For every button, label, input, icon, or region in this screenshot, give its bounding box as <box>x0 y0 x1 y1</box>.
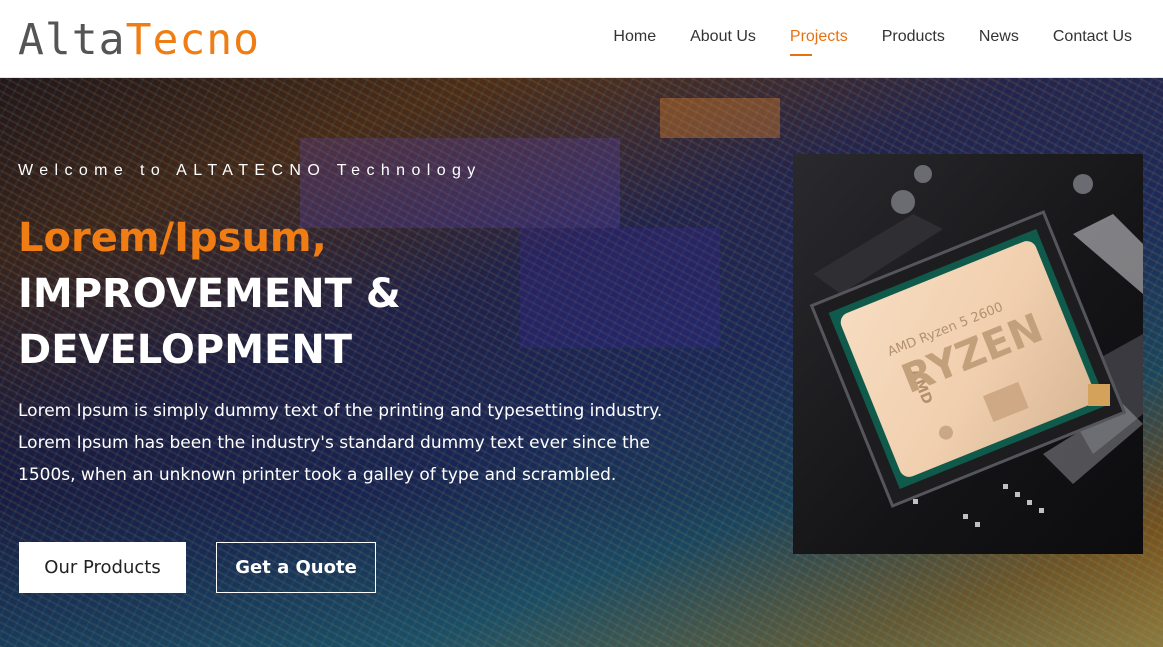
brand-logo-part2: Tecno <box>125 14 261 65</box>
hero-background-panel <box>520 228 720 348</box>
nav-item-projects[interactable]: Projects <box>789 28 848 56</box>
hero-section: Welcome to ALTATECNO Technology Lorem/Ip… <box>0 78 1163 647</box>
hero-eyebrow: Welcome to ALTATECNO Technology <box>18 162 482 179</box>
nav-item-projects-label: Projects <box>789 28 848 45</box>
hero-description: Lorem Ipsum is simply dummy text of the … <box>18 401 663 485</box>
get-a-quote-button[interactable]: Get a Quote <box>216 542 376 593</box>
hero-headline-line3: DEVELOPMENT <box>18 327 353 373</box>
site-header: Alta Tecno Home About Us Projects Product… <box>0 0 1163 78</box>
brand-logo[interactable]: Alta Tecno <box>18 14 260 66</box>
nav-item-news[interactable]: News <box>979 28 1019 46</box>
cpu-product-image: AMD Ryzen 5 2600 AMD RYZEN <box>793 154 1143 554</box>
hero-background-panel <box>660 98 780 138</box>
nav-item-contact-us[interactable]: Contact Us <box>1053 28 1132 46</box>
our-products-button[interactable]: Our Products <box>19 542 186 593</box>
hero-headline: Lorem/Ipsum, IMPROVEMENT & DEVELOPMENT <box>18 210 401 378</box>
hero-headline-accent: Lorem/Ipsum, <box>18 215 327 261</box>
nav-item-about-us[interactable]: About Us <box>690 28 756 46</box>
main-nav: Home About Us Projects Products News Con… <box>613 28 1132 56</box>
cpu-illustration: AMD Ryzen 5 2600 AMD RYZEN <box>793 154 1143 554</box>
hero-headline-line2: IMPROVEMENT & <box>18 271 401 317</box>
nav-item-products[interactable]: Products <box>882 28 945 46</box>
nav-item-home[interactable]: Home <box>613 28 656 46</box>
brand-logo-part1: Alta <box>18 14 126 65</box>
active-nav-indicator <box>789 54 812 56</box>
